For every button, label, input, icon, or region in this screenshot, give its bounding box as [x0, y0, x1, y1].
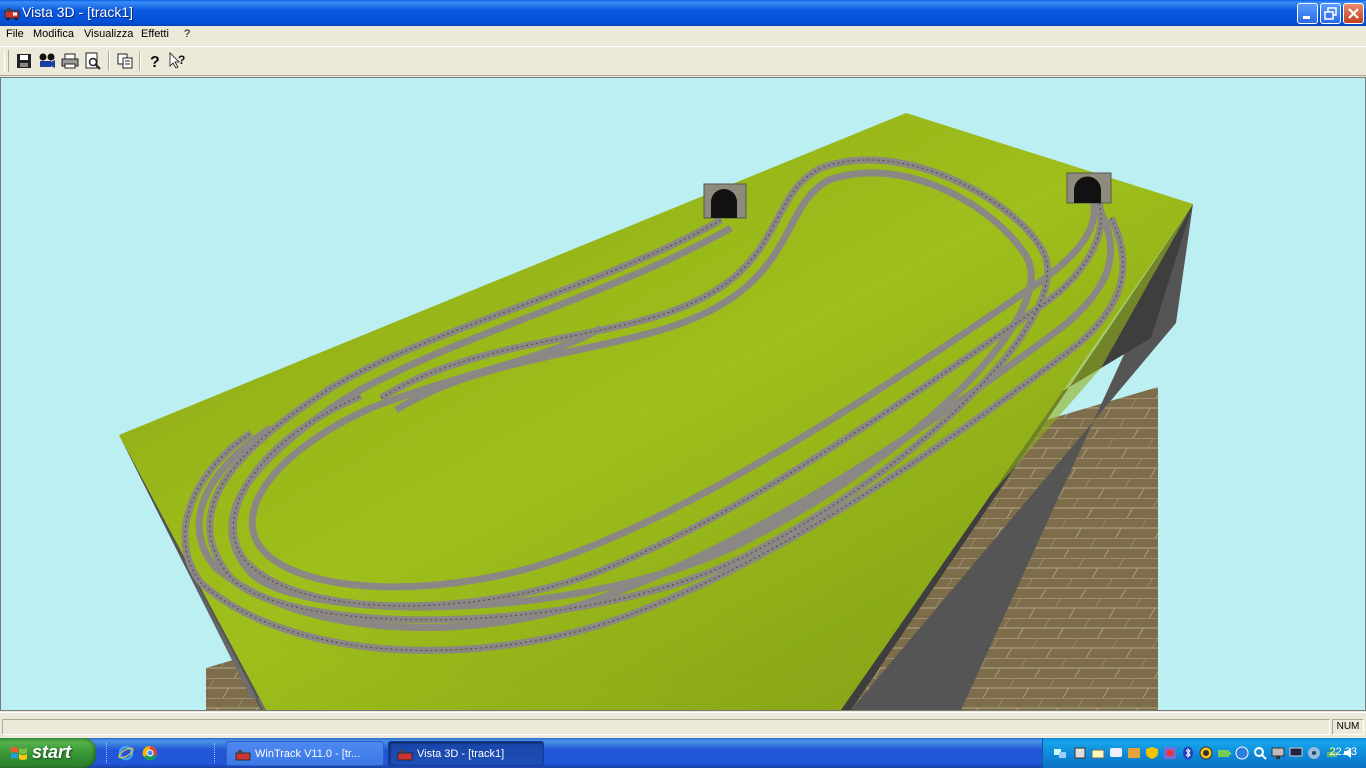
context-help-icon[interactable]: ? — [169, 52, 187, 70]
toolbar: ? ? — [0, 46, 1366, 76]
task-label: Vista 3D - [track1] — [417, 748, 505, 760]
save-icon[interactable] — [15, 52, 33, 70]
display-icon[interactable] — [1289, 746, 1303, 760]
firewall-icon[interactable] — [1127, 746, 1141, 760]
monitor-icon[interactable] — [1271, 746, 1285, 760]
windows-logo-icon — [11, 747, 27, 760]
internet-explorer-icon[interactable] — [118, 745, 134, 761]
bluetooth-icon[interactable] — [1181, 746, 1195, 760]
search-icon[interactable] — [1253, 746, 1267, 760]
num-lock-indicator: NUM — [1332, 719, 1364, 735]
menu-effetti[interactable]: Effetti — [138, 28, 172, 40]
app-icon[interactable] — [4, 5, 20, 21]
toolbar-separator — [139, 51, 141, 71]
system-tray: 22.33 — [1042, 738, 1366, 768]
svg-text:?: ? — [178, 53, 185, 67]
clock[interactable]: 22.33 — [1329, 746, 1357, 758]
help-icon[interactable]: ? — [146, 52, 164, 70]
vista-3d-app-icon — [397, 750, 413, 761]
start-button[interactable]: start — [0, 738, 96, 768]
window-title: Vista 3D - [track1] — [22, 4, 134, 20]
menu-file[interactable]: File — [3, 28, 27, 40]
task-button-vista-3d[interactable]: Vista 3D - [track1] — [388, 741, 544, 766]
camera-icon[interactable] — [38, 52, 56, 70]
svg-text:?: ? — [150, 54, 160, 70]
restore-icon — [1324, 7, 1337, 20]
battery-icon[interactable] — [1217, 746, 1231, 760]
tunnel-portal-left — [703, 183, 747, 219]
task-button-wintrack[interactable]: WinTrack V11.0 - [tr... — [226, 741, 384, 766]
chrome-icon[interactable] — [142, 745, 158, 761]
restore-button[interactable] — [1320, 3, 1341, 24]
start-label: start — [32, 742, 72, 762]
3d-viewport[interactable] — [0, 77, 1366, 711]
network-icon[interactable] — [1053, 746, 1067, 760]
minimize-button[interactable] — [1297, 3, 1318, 24]
close-button[interactable] — [1343, 3, 1364, 24]
menu-bar: File Modifica Visualizza Effetti ? — [0, 26, 1366, 45]
layout-3d-scene — [119, 113, 1193, 710]
antivirus-icon[interactable] — [1199, 746, 1213, 760]
minimize-icon — [1303, 16, 1310, 19]
title-bar[interactable]: Vista 3D - [track1] — [0, 0, 1366, 26]
taskbar-grip[interactable] — [106, 743, 110, 763]
folder-icon[interactable] — [1091, 746, 1105, 760]
print-preview-icon[interactable] — [84, 52, 102, 70]
update-icon[interactable] — [1235, 746, 1249, 760]
print-icon[interactable] — [61, 52, 79, 70]
wintrack-app-icon — [235, 750, 251, 761]
task-label: WinTrack V11.0 - [tr... — [255, 748, 361, 760]
toolbar-separator — [108, 51, 110, 71]
taskbar: start WinTrack V11.0 - [tr... Vista 3D -… — [0, 738, 1366, 768]
tunnel-portal-right — [1066, 172, 1112, 204]
close-icon — [1348, 8, 1359, 19]
copy-icon[interactable] — [116, 52, 134, 70]
chat-icon[interactable] — [1109, 746, 1123, 760]
menu-modifica[interactable]: Modifica — [30, 28, 77, 40]
menu-visualizza[interactable]: Visualizza — [81, 28, 136, 40]
taskbar-grip[interactable] — [214, 743, 218, 763]
device-icon[interactable] — [1073, 746, 1087, 760]
menu-help[interactable]: ? — [181, 28, 193, 40]
status-bar: NUM — [0, 712, 1366, 738]
disc-icon[interactable] — [1307, 746, 1321, 760]
toolbar-grip[interactable] — [4, 50, 9, 72]
security-shield-icon[interactable] — [1145, 746, 1159, 760]
tools-icon[interactable] — [1163, 746, 1177, 760]
status-panel-main — [2, 719, 1330, 735]
